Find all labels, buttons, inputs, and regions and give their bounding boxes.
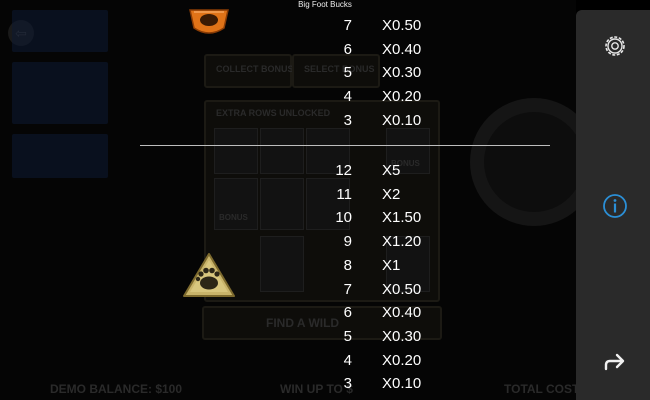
payout-multiplier: X0.10 — [382, 375, 422, 393]
background-reel-cell — [260, 178, 304, 230]
payout-multiplier: X5 — [382, 162, 401, 179]
payout-multiplier: X1.50 — [382, 209, 422, 227]
symbol-count: 5 — [343, 327, 352, 345]
bigfoot-footprint-icon — [183, 253, 235, 297]
paytable-row: 10 X1.50 — [330, 206, 440, 230]
symbol-count: 6 — [343, 40, 352, 58]
background-reel-cell — [260, 128, 304, 174]
paytable-row: 7 X0.50 — [330, 14, 440, 38]
paytable-row: 6 X0.40 — [330, 38, 440, 62]
payout-multiplier: X0.30 — [382, 64, 422, 82]
symbol-count: 7 — [343, 280, 352, 298]
total-cost-text: TOTAL COST $ — [504, 382, 576, 396]
payout-multiplier: X0.40 — [382, 304, 422, 322]
paytable-row: 3 X0.10 — [330, 372, 440, 396]
symbol-count: 4 — [343, 88, 352, 106]
background-button: COLLECT BONUS — [204, 54, 294, 88]
symbol-count: 11 — [336, 185, 352, 203]
payout-multiplier: X0.10 — [382, 111, 422, 129]
symbol-count: 5 — [343, 64, 352, 82]
side-menu — [576, 10, 650, 400]
info-icon[interactable] — [601, 192, 629, 220]
symbol-count: 6 — [343, 304, 352, 322]
paytable-row: 11 X2 — [330, 183, 440, 207]
background-bonus-label: BONUS — [219, 213, 248, 222]
return-arrow-icon[interactable] — [601, 350, 629, 378]
symbol-count: 10 — [335, 209, 352, 227]
demo-balance-text: DEMO BALANCE: $100 — [50, 382, 183, 396]
paytable-row: 7 X0.50 — [330, 278, 440, 302]
background-reel-cell — [214, 128, 258, 174]
symbol-count: 12 — [335, 162, 352, 179]
background-panel — [12, 10, 108, 52]
symbol-count: 3 — [343, 375, 352, 393]
paytable-row: 5 X0.30 — [330, 61, 440, 85]
payout-multiplier: X1 — [382, 256, 401, 274]
paytable-row: 12 X5 — [330, 159, 440, 183]
background-button-label: COLLECT BONUS — [216, 64, 294, 74]
background-find-text: FIND A WILD — [266, 316, 340, 330]
gear-icon[interactable] — [601, 32, 629, 60]
paytable-row: 5 X0.30 — [330, 325, 440, 349]
payout-multiplier: X0.50 — [382, 17, 422, 34]
background-panel — [12, 62, 108, 124]
paytable-row: 6 X0.40 — [330, 301, 440, 325]
paytable-row: 9 X1.20 — [330, 230, 440, 254]
background-reel-cell: BONUS — [214, 178, 258, 230]
background-wheel — [470, 98, 576, 226]
payout-multiplier: X2 — [382, 185, 401, 203]
payout-multiplier: X0.20 — [382, 88, 422, 106]
paytable-row: 4 X0.20 — [330, 85, 440, 109]
game-title: Big Foot Bucks — [298, 0, 352, 9]
paytable-row: 3 X0.10 — [330, 109, 440, 133]
symbol-count: 7 — [343, 17, 352, 34]
background-reel-cell — [260, 236, 304, 292]
payout-multiplier: X0.40 — [382, 40, 422, 58]
symbol-count: 4 — [343, 351, 352, 369]
paytable-divider — [140, 145, 550, 146]
payout-multiplier: X0.30 — [382, 327, 422, 345]
orange-gem-icon — [189, 9, 229, 34]
background-panel — [12, 134, 108, 178]
symbol-count: 9 — [343, 233, 352, 251]
payout-multiplier: X0.50 — [382, 280, 422, 298]
payout-multiplier: X1.20 — [382, 233, 422, 251]
symbol-count: 3 — [343, 111, 352, 129]
background-banner: EXTRA ROWS UNLOCKED — [216, 108, 331, 118]
symbol-count: 8 — [343, 256, 352, 274]
payout-multiplier: X0.20 — [382, 351, 422, 369]
paytable-row: 8 X1 — [330, 254, 440, 278]
paytable-row: 4 X0.20 — [330, 349, 440, 373]
game-backdrop: ⇦ COLLECT BONUS SELECT BONUS EXTRA ROWS … — [0, 0, 576, 400]
